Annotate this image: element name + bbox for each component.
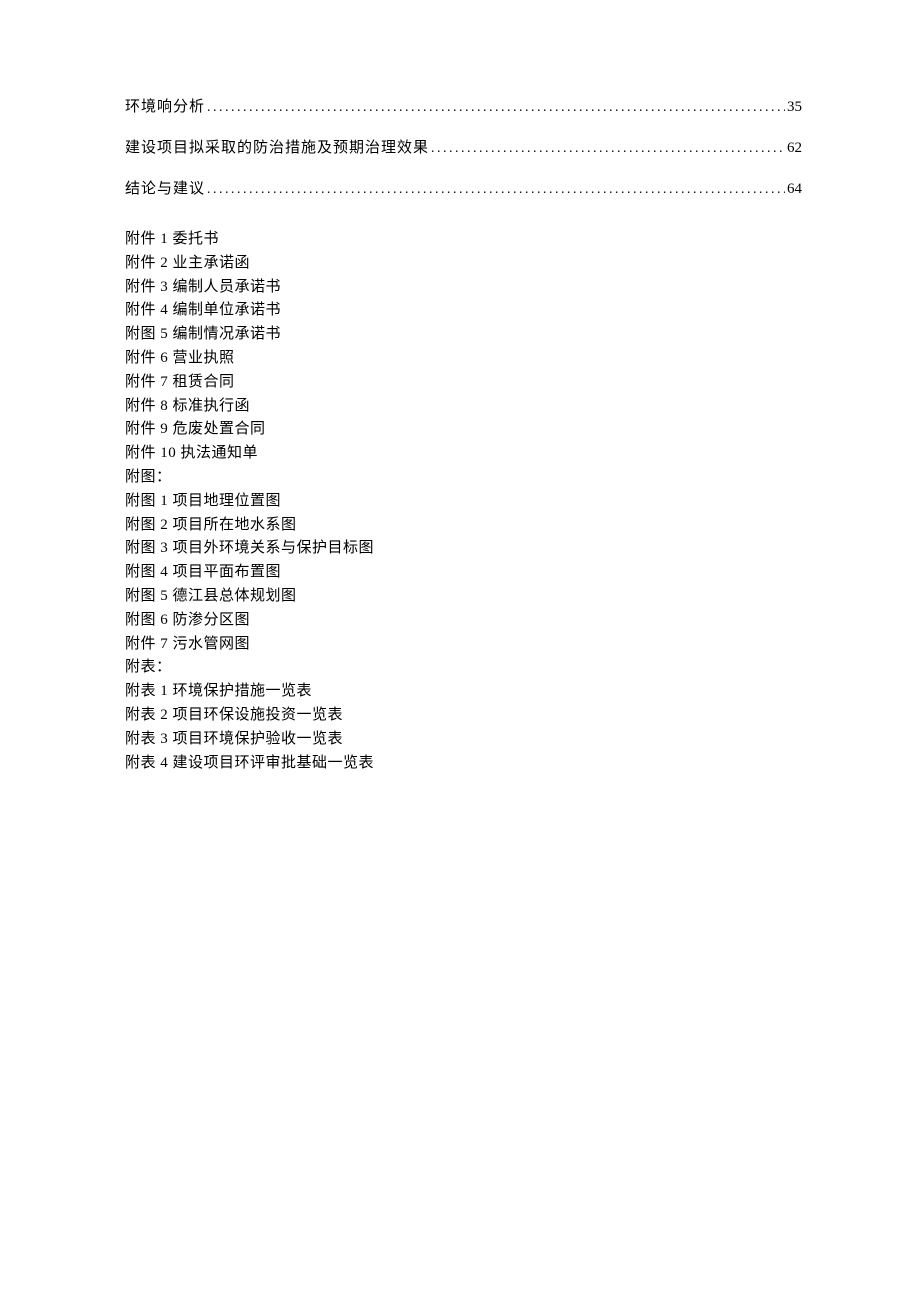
toc-page-number: 62 <box>787 140 802 157</box>
toc-leader-dots <box>431 141 785 157</box>
toc-title: 结论与建议 <box>125 177 205 198</box>
toc-title: 环境响分析 <box>125 95 205 116</box>
toc-entry: 环境响分析 35 <box>125 95 802 116</box>
attachment-item: 附图 5 编制情况承诺书 <box>125 323 802 347</box>
attachments-list: 附件 1 委托书 附件 2 业主承诺函 附件 3 编制人员承诺书 附件 4 编制… <box>125 228 802 775</box>
figure-item: 附图 5 德江县总体规划图 <box>125 585 802 609</box>
figure-item: 附图 2 项目所在地水系图 <box>125 514 802 538</box>
attachment-item: 附件 8 标准执行函 <box>125 395 802 419</box>
attachment-item: 附件 9 危废处置合同 <box>125 418 802 442</box>
table-item: 附表 4 建设项目环评审批基础一览表 <box>125 752 802 776</box>
table-item: 附表 1 环境保护措施一览表 <box>125 680 802 704</box>
attachment-item: 附件 7 租赁合同 <box>125 371 802 395</box>
toc-entry: 结论与建议 64 <box>125 177 802 198</box>
figure-item: 附图 6 防渗分区图 <box>125 609 802 633</box>
attachment-item: 附件 6 营业执照 <box>125 347 802 371</box>
figures-section-label: 附图： <box>125 466 802 490</box>
table-of-contents: 环境响分析 35 建设项目拟采取的防治措施及预期治理效果 62 结论与建议 64 <box>125 95 802 198</box>
toc-leader-dots <box>207 100 785 116</box>
figure-item: 附图 4 项目平面布置图 <box>125 561 802 585</box>
toc-entry: 建设项目拟采取的防治措施及预期治理效果 62 <box>125 136 802 157</box>
attachment-item: 附件 10 执法通知单 <box>125 442 802 466</box>
toc-leader-dots <box>207 182 785 198</box>
attachment-item: 附件 3 编制人员承诺书 <box>125 276 802 300</box>
table-item: 附表 3 项目环境保护验收一览表 <box>125 728 802 752</box>
figure-item: 附件 7 污水管网图 <box>125 633 802 657</box>
figure-item: 附图 3 项目外环境关系与保护目标图 <box>125 537 802 561</box>
toc-title: 建设项目拟采取的防治措施及预期治理效果 <box>125 136 429 157</box>
figure-item: 附图 1 项目地理位置图 <box>125 490 802 514</box>
attachment-item: 附件 4 编制单位承诺书 <box>125 299 802 323</box>
document-page: 环境响分析 35 建设项目拟采取的防治措施及预期治理效果 62 结论与建议 64… <box>0 0 920 775</box>
attachment-item: 附件 1 委托书 <box>125 228 802 252</box>
toc-page-number: 64 <box>787 181 802 198</box>
table-item: 附表 2 项目环保设施投资一览表 <box>125 704 802 728</box>
toc-page-number: 35 <box>787 99 802 116</box>
attachment-item: 附件 2 业主承诺函 <box>125 252 802 276</box>
tables-section-label: 附表： <box>125 656 802 680</box>
